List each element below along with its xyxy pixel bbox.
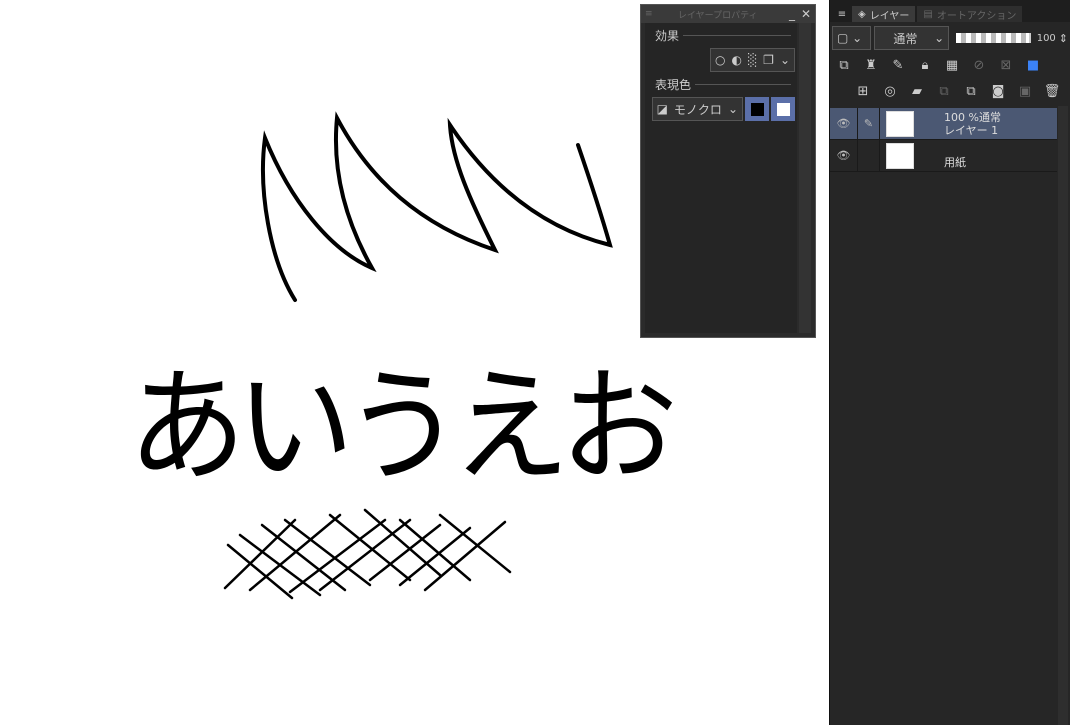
tab-label: レイヤー [869,10,910,22]
new-folder-icon[interactable]: ▰ [905,80,929,102]
expression-color-label: 表現色 [655,76,797,93]
create-mask-icon[interactable]: ◙ [986,80,1010,102]
panel-title: レイヤープロパティ [677,10,758,21]
opacity-value[interactable]: 100 [1037,33,1056,44]
close-button[interactable]: ✕ [801,7,811,21]
blend-mode-select[interactable]: 通常 ⌄ [874,26,950,50]
layer-color-icon[interactable]: ■ [1021,54,1045,76]
chevron-down-icon: ⌄ [727,102,738,116]
mono-icon: ◪ [656,102,668,116]
layer-panel: ≡ ◈ レイヤー ▤ オートアクション ▢ ⌄ 通常 ⌄ 100 ⇕ ⧉ ♜ ✎ 🔒︎ ▦ ⊘ ⊠ ■… [829,0,1070,725]
reference-layer-icon[interactable]: ♜ [859,54,883,76]
clip-lower-layer-icon[interactable]: ⧉ [832,54,856,76]
layer-name: レイヤー 1 [944,123,999,137]
minimize-button[interactable]: _ [789,7,795,21]
ruler-enable-icon[interactable]: ⊠ [994,54,1018,76]
layer-color-icon[interactable]: ❐ [763,53,774,67]
layer-color-select[interactable]: ▢ ⌄ [832,26,872,50]
new-raster-layer-icon[interactable]: ⊞ [851,80,875,102]
clapper-icon: ▤ [923,8,933,20]
layer-thumbnail [886,142,914,169]
menu-icon[interactable]: ≡ [645,9,653,19]
pencil-icon[interactable]: ✎ [858,108,880,139]
white-color-swatch[interactable] [771,97,795,121]
tab-layer[interactable]: ◈ レイヤー [852,6,916,22]
eye-icon[interactable]: 👁︎ [830,140,858,171]
layer-info: 100 %通常 [944,110,1001,124]
trash-icon[interactable]: 🗑︎ [1040,80,1064,102]
layers-icon: ◈ [858,8,866,20]
layer-property-panel: ≡ レイヤープロパティ _ ✕ 効果 ○ ◐ ░ ❐ ⌄ 表現色 ◪ モノクロ ⌄ [640,4,816,338]
stroke-crosshatch [223,508,512,600]
blend-mode-value: 通常 [893,31,918,46]
expression-color-value: モノクロ [673,102,722,117]
scrollbar[interactable] [799,23,811,333]
opacity-slider[interactable] [956,33,1031,43]
border-effect-icon[interactable]: ○ [715,53,725,67]
menu-icon[interactable]: ≡ [834,6,850,22]
layer-name: 用紙 [944,156,966,169]
edit-target-icon[interactable] [858,140,880,171]
layer-row[interactable]: 👁︎ 用紙 [830,140,1057,172]
mask-enable-icon[interactable]: ⊘ [967,54,991,76]
scrollbar[interactable] [1058,106,1068,725]
draft-layer-icon[interactable]: ✎ [886,54,910,76]
lock-transparency-icon[interactable]: ▦ [940,54,964,76]
apply-mask-icon[interactable]: ▣ [1013,80,1037,102]
stroke-zigzag [261,111,613,302]
lock-icon[interactable]: 🔒︎ [913,54,937,76]
tab-auto-action[interactable]: ▤ オートアクション [917,6,1023,22]
eye-icon[interactable]: 👁︎ [830,108,858,139]
panel-titlebar[interactable]: ≡ レイヤープロパティ _ ✕ [641,5,815,23]
layer-thumbnail [886,110,914,137]
tone-icon[interactable]: ░ [748,53,757,67]
tab-label: オートアクション [936,10,1017,22]
merge-down-icon[interactable]: ⧉ [959,80,983,102]
layer-row[interactable]: 👁︎ ✎ 100 %通常 レイヤー 1 [830,108,1057,140]
transfer-down-icon[interactable]: ⧉ [932,80,956,102]
handwritten-text: あいうえお [128,354,678,499]
new-vector-layer-icon[interactable]: ◎ [878,80,902,102]
extract-line-icon[interactable]: ◐ [731,53,741,67]
expression-color-select[interactable]: ◪ モノクロ ⌄ [651,97,743,121]
spinner-icon[interactable]: ⇕ [1059,32,1068,45]
black-color-swatch[interactable] [745,97,769,121]
effect-buttons[interactable]: ○ ◐ ░ ❐ ⌄ [709,48,795,72]
chevron-down-icon[interactable]: ⌄ [780,53,790,67]
effect-label: 効果 [655,27,797,44]
